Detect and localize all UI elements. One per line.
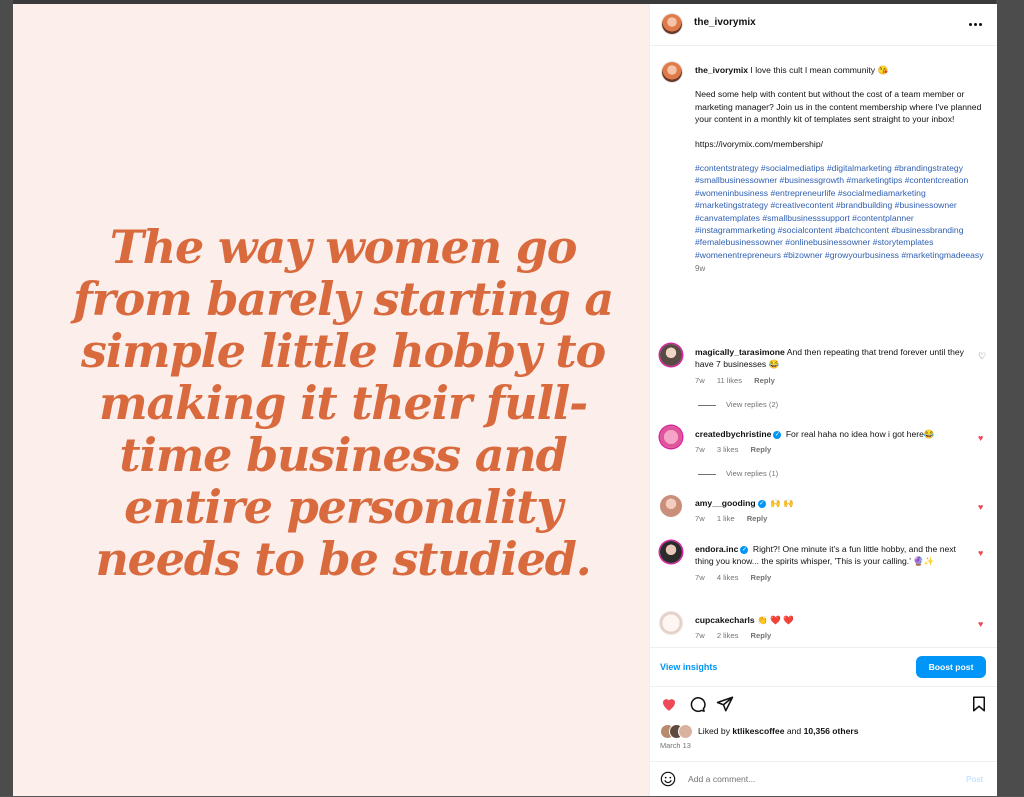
view-insights-link[interactable]: View insights <box>660 662 717 672</box>
caption-body: Need some help with content but without … <box>695 89 982 125</box>
post-quote: The way women go from barely starting a … <box>72 220 614 586</box>
comment-username[interactable]: createdbychristine <box>695 429 771 439</box>
comment-username[interactable]: cupcakecharls <box>695 615 755 625</box>
comment-time: 7w <box>695 514 705 524</box>
comment-username[interactable]: endora.inc <box>695 544 738 554</box>
emoji-icon[interactable] <box>660 771 676 787</box>
comment-time: 7w <box>695 631 705 641</box>
reply-button[interactable]: Reply <box>747 514 768 523</box>
post-comment-button[interactable]: Post <box>966 774 983 784</box>
heart-filled-icon[interactable]: ♥ <box>978 549 983 558</box>
comment-username[interactable]: magically_tarasimone <box>695 347 785 357</box>
comment-text: 🙌 🙌 <box>770 498 794 508</box>
commenter-avatar[interactable] <box>660 541 682 563</box>
likes-summary[interactable]: Liked by ktlikescoffee and 10,356 others <box>698 726 859 736</box>
comment-likes[interactable]: 11 likes <box>717 376 742 385</box>
likes-prefix: Liked by <box>698 726 731 736</box>
commenter-avatar[interactable] <box>660 344 682 366</box>
comment-likes[interactable]: 2 likes <box>717 631 739 640</box>
caption-username[interactable]: the_ivorymix <box>695 65 748 75</box>
view-replies-button[interactable]: View replies (2) <box>698 400 778 409</box>
commenter-avatar[interactable] <box>660 495 682 517</box>
comment-input[interactable] <box>688 772 938 786</box>
comment-time: 7w <box>695 375 705 385</box>
reply-button[interactable]: Reply <box>751 445 772 454</box>
author-avatar[interactable] <box>662 14 682 34</box>
backdrop-right <box>996 0 1024 796</box>
comment-icon[interactable] <box>688 695 706 713</box>
caption-link[interactable]: https://ivorymix.com/membership/ <box>695 138 987 150</box>
comment-likes[interactable]: 1 like <box>717 514 735 523</box>
view-replies-button[interactable]: View replies (1) <box>698 469 778 478</box>
comment-time: 7w <box>695 445 705 455</box>
caption-avatar[interactable] <box>662 62 682 82</box>
caption: the_ivorymix I love this cult I mean com… <box>695 64 987 276</box>
share-icon[interactable] <box>716 695 734 713</box>
comment-text: For real haha no idea how i got here😂 <box>785 429 935 439</box>
caption-text: I love this cult I mean community 😘 <box>750 65 889 75</box>
verified-badge-icon: ✓ <box>757 499 766 508</box>
comment-username[interactable]: amy__gooding <box>695 498 756 508</box>
post-date: March 13 <box>660 741 691 750</box>
likes-others[interactable]: 10,356 others <box>804 726 859 736</box>
caption-time: 9w <box>695 264 706 274</box>
likes-user[interactable]: ktlikescoffee <box>732 726 784 736</box>
reply-button[interactable]: Reply <box>754 376 775 385</box>
post-details-panel: the_ivorymix the_ivorymix I love this cu… <box>649 4 997 796</box>
commenter-avatar[interactable] <box>660 612 682 634</box>
post-image: The way women go from barely starting a … <box>13 4 649 796</box>
insights-bar: View insights Boost post <box>650 647 997 687</box>
comment-likes[interactable]: 3 likes <box>717 445 739 454</box>
heart-filled-icon[interactable]: ♥ <box>978 620 983 629</box>
liked-by-avatars[interactable] <box>660 724 694 739</box>
backdrop-left <box>0 0 13 796</box>
heart-filled-icon[interactable] <box>660 695 678 713</box>
comment-text: 👏 ❤️ ❤️ <box>757 615 794 625</box>
bookmark-icon[interactable] <box>970 695 988 713</box>
caption-hashtags[interactable]: #contentstrategy #socialmediatips #digit… <box>695 162 987 261</box>
reply-button[interactable]: Reply <box>751 631 772 640</box>
commenter-avatar[interactable] <box>660 426 682 448</box>
heart-outline-icon[interactable]: ♡ <box>978 352 986 361</box>
verified-badge-icon: ✓ <box>740 545 749 554</box>
comment-time: 7w <box>695 572 705 582</box>
post-header: the_ivorymix <box>650 4 997 46</box>
comment-likes[interactable]: 4 likes <box>717 573 739 582</box>
more-horizontal-icon[interactable] <box>968 16 984 32</box>
comment-bar: Post <box>650 761 997 797</box>
likes-and: and <box>786 726 802 736</box>
author-username[interactable]: the_ivorymix <box>694 17 756 28</box>
heart-filled-icon[interactable]: ♥ <box>978 503 983 512</box>
verified-badge-icon: ✓ <box>773 430 782 439</box>
boost-post-button[interactable]: Boost post <box>916 656 986 678</box>
heart-filled-icon[interactable]: ♥ <box>978 434 983 443</box>
reply-button[interactable]: Reply <box>751 573 772 582</box>
